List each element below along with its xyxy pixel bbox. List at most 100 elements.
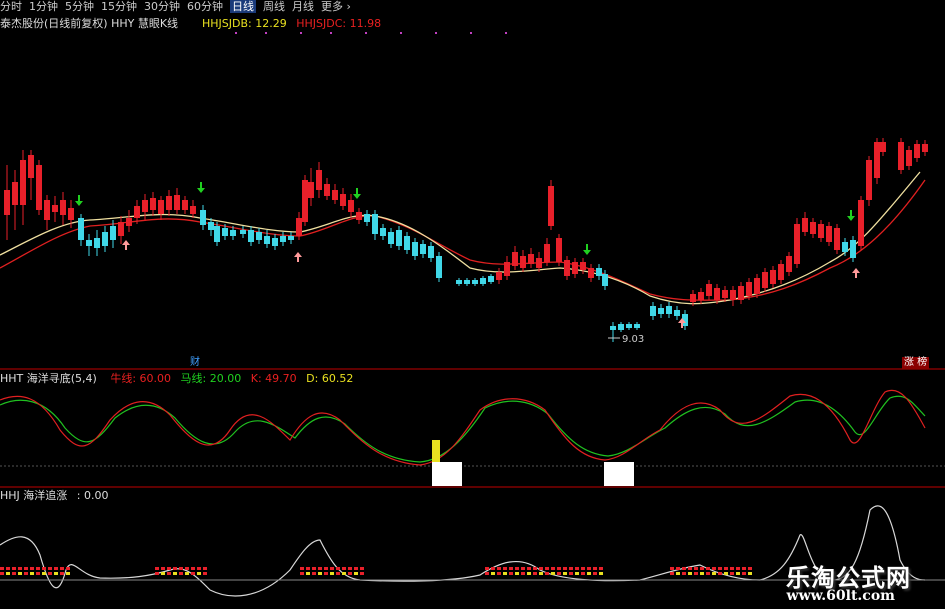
rank-marker[interactable]: 涨 榜: [902, 357, 930, 369]
signal-dot: [545, 567, 549, 570]
marker-dot: [235, 32, 237, 34]
candle-body: [794, 224, 800, 264]
signal-dot: [36, 567, 40, 570]
signal-dot: [42, 567, 46, 570]
candle-body: [44, 200, 50, 220]
candle-body: [436, 256, 442, 278]
candle-body: [858, 200, 864, 246]
signal-dot: [197, 572, 201, 575]
candle-body: [572, 262, 578, 274]
hhj-panel-header: HHJ 海洋追涨 : 0.00: [0, 489, 109, 502]
signal-dot: [521, 567, 525, 570]
signal-dot: [676, 572, 680, 575]
sell-arrow-icon: [353, 188, 361, 199]
candle-body: [786, 256, 792, 272]
signal-dot: [12, 567, 16, 570]
kd-d-value: D: 60.52: [306, 372, 354, 385]
signal-dot: [527, 572, 531, 575]
marker-dot: [505, 32, 507, 34]
signal-dot: [318, 567, 322, 570]
candle-body: [778, 264, 784, 280]
signal-dot: [318, 572, 322, 575]
candle-body: [182, 200, 188, 210]
candle-body: [618, 324, 624, 330]
candle-body: [60, 200, 66, 215]
signal-dot: [706, 572, 710, 575]
signal-dot: [730, 572, 734, 575]
signal-dot: [491, 567, 495, 570]
signal-dot: [563, 572, 567, 575]
candle-body: [36, 165, 42, 210]
signal-dot: [712, 572, 716, 575]
candle-body: [420, 244, 426, 254]
signal-dot: [676, 567, 680, 570]
kd-k-line: [0, 389, 926, 466]
candle-body: [588, 268, 594, 278]
candle-body: [818, 224, 824, 238]
signal-dot: [599, 567, 603, 570]
bottom-signal-bar: [432, 440, 440, 462]
candle-body: [200, 210, 206, 225]
candle-body: [536, 258, 542, 268]
kline-chart-canvas[interactable]: [0, 0, 945, 609]
candle-body: [802, 218, 808, 232]
candle-body: [412, 242, 418, 256]
candle-body: [754, 278, 760, 294]
candle-body: [78, 218, 84, 240]
signal-dot: [203, 567, 207, 570]
signal-dot: [185, 567, 189, 570]
candle-body: [380, 228, 386, 236]
candle-body: [496, 272, 502, 280]
signal-dot: [497, 572, 501, 575]
candle-body: [810, 222, 816, 234]
finance-marker[interactable]: 财: [188, 357, 202, 369]
candle-body: [166, 196, 172, 210]
signal-dot: [312, 567, 316, 570]
signal-dot: [497, 567, 501, 570]
candle-body: [142, 200, 148, 212]
candle-body: [214, 226, 220, 242]
candle-body: [746, 282, 752, 296]
candle-body: [770, 270, 776, 284]
candle-body: [596, 268, 602, 276]
candle-body: [134, 206, 140, 218]
candle-body: [580, 262, 586, 270]
candle-body: [340, 194, 346, 206]
candle-body: [922, 144, 928, 152]
signal-dot: [24, 572, 28, 575]
signal-dot: [179, 572, 183, 575]
candle-body: [102, 232, 108, 246]
signal-dot: [527, 567, 531, 570]
signal-dot: [312, 572, 316, 575]
candle-body: [738, 286, 744, 300]
candle-body: [706, 284, 712, 296]
signal-dot: [54, 572, 58, 575]
candle-body: [230, 230, 236, 236]
signal-dot: [736, 572, 740, 575]
candle-body: [396, 230, 402, 246]
kd-line-b: 马线: 20.00: [180, 372, 242, 385]
signal-dot: [748, 572, 752, 575]
signal-dot: [36, 572, 40, 575]
candle-body: [714, 288, 720, 300]
candle-body: [388, 232, 394, 244]
signal-dot: [191, 567, 195, 570]
candle-body: [480, 278, 486, 284]
signal-dot: [736, 567, 740, 570]
signal-dot: [545, 572, 549, 575]
signal-dot: [599, 572, 603, 575]
candle-body: [464, 280, 470, 284]
candle-body: [12, 182, 18, 205]
marker-dot: [365, 32, 367, 34]
candle-body: [240, 230, 246, 234]
signal-dot: [724, 572, 728, 575]
signal-dot: [66, 572, 70, 575]
signal-dot: [569, 572, 573, 575]
signal-dot: [724, 567, 728, 570]
candle-body: [898, 142, 904, 170]
signal-dot: [300, 572, 304, 575]
signal-dot: [575, 572, 579, 575]
signal-dot: [587, 572, 591, 575]
signal-dot: [521, 572, 525, 575]
marker-dot: [400, 32, 402, 34]
